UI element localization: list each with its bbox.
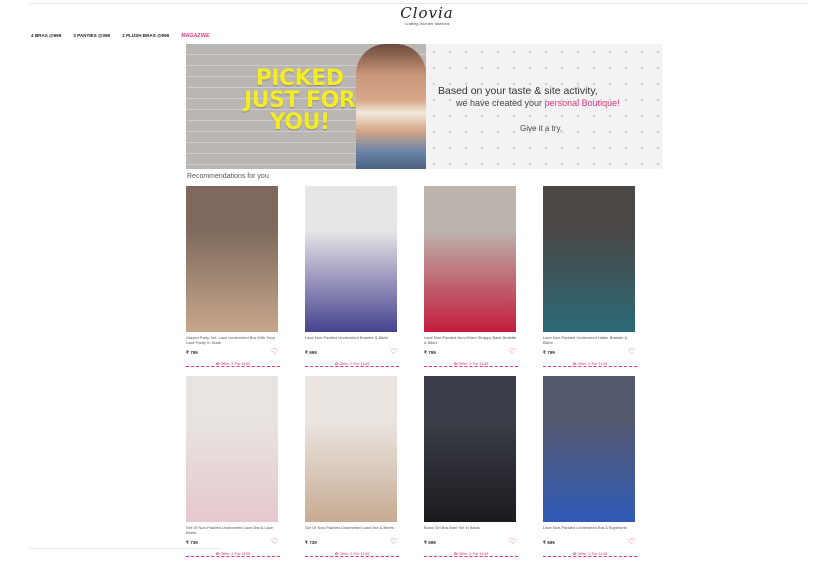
product-price: ₹ 599 (424, 540, 436, 545)
banner-text-line2: we have created your personal Boutique! (456, 98, 620, 108)
product-name[interactable]: Set Of Non-Padded Underwired Lace Bra & … (305, 525, 399, 535)
product-card[interactable]: Lace Non-Padded Non-Wired Strappy Back B… (424, 186, 518, 372)
offer-text: Offer: 2 For 1149 (220, 361, 251, 366)
offer-strip: ✿ Offer: 2 For 1149 (543, 551, 637, 557)
offer-strip: ✿ Offer: 2 For 1149 (305, 361, 399, 367)
offer-text: Offer: 2 For 1149 (458, 361, 489, 366)
offer-text: Offer: 2 For 1149 (339, 361, 370, 366)
product-image[interactable] (424, 376, 516, 522)
nav-item-magazine[interactable]: MAGAZINE (181, 33, 209, 41)
product-name[interactable]: Lace Non-Padded Underwired Halter Bralet… (543, 335, 637, 345)
product-name[interactable]: Lace Non-Padded Underwired Bra & Boyshor… (543, 525, 637, 535)
product-card[interactable]: Glazed Party Set: Lace Underwired Bra Wi… (186, 186, 280, 372)
product-name[interactable]: Lace Non-Padded Non-Wired Strappy Back B… (424, 335, 518, 345)
offer-text: Offer: 2 For 1149 (458, 551, 489, 556)
offer-tag-icon: ✿ (215, 361, 220, 366)
product-image[interactable] (305, 186, 397, 332)
offer-tag-icon: ✿ (572, 361, 577, 366)
product-grid: Glazed Party Set: Lace Underwired Bra Wi… (186, 186, 638, 563)
product-card[interactable]: Lace Non-Padded Underwired Halter Bralet… (543, 186, 637, 372)
nav-item-plush-bras[interactable]: 2 PLUSH BRAS @999 (122, 33, 169, 41)
offer-tag-icon: ✿ (453, 361, 458, 366)
product-image[interactable] (305, 376, 397, 522)
offer-strip: ✿ Offer: 2 For 1149 (543, 361, 637, 367)
wishlist-heart-icon[interactable]: ♡ (509, 538, 516, 546)
wishlist-heart-icon[interactable]: ♡ (390, 348, 397, 356)
product-price: ₹ 799 (186, 350, 198, 355)
product-price: ₹ 739 (186, 540, 198, 545)
brand-name: Clovia (400, 4, 454, 22)
offer-text: Offer: 2 For 1199 (220, 551, 251, 556)
banner-text-line3: Give it a try. (520, 124, 563, 133)
nav-item-bras[interactable]: 4 BRAS @699 (31, 33, 61, 41)
product-price: ₹ 699 (305, 350, 317, 355)
banner-headline-line2: JUST FOR (244, 88, 356, 113)
product-price: ₹ 799 (424, 350, 436, 355)
product-name[interactable]: Glazed Party Set: Lace Underwired Bra Wi… (186, 335, 280, 345)
product-name[interactable]: Bond Girl Bra Brief Set In Black (424, 525, 518, 535)
offer-text: Offer: 2 For 1149 (577, 551, 608, 556)
offer-strip: ✿ Offer: 2 For 1149 (424, 361, 518, 367)
offer-tag-icon: ✿ (334, 361, 339, 366)
offer-strip: ✿ Offer: 2 For 1199 (186, 551, 280, 557)
top-nav: 4 BRAS @699 3 PANTIES @399 2 PLUSH BRAS … (31, 33, 210, 41)
product-price: ₹ 799 (543, 350, 555, 355)
product-image[interactable] (543, 376, 635, 522)
wishlist-heart-icon[interactable]: ♡ (628, 538, 635, 546)
nav-item-panties[interactable]: 3 PANTIES @399 (73, 33, 110, 41)
product-card[interactable]: Lace Non-Padded Underwired Bralette & Bi… (305, 186, 399, 372)
product-price: ₹ 739 (305, 540, 317, 545)
banner-text-line1: Based on your taste & site activity, (438, 85, 598, 97)
banner-line2-highlight: personal Boutique! (544, 98, 620, 108)
offer-text: Offer: 2 For 1149 (577, 361, 608, 366)
offer-strip: ✿ Offer: 2 For 1149 (186, 361, 280, 367)
banner-right-panel: Based on your taste & site activity, we … (426, 44, 662, 169)
offer-strip: ✿ Offer: 2 For 1199 (305, 551, 399, 557)
offer-tag-icon: ✿ (453, 551, 458, 556)
product-card[interactable]: Set Of Non-Padded Underwired Lace Bra & … (186, 376, 280, 562)
banner-line2-prefix: we have created your (456, 98, 545, 108)
recommendations-title: Recommendations for you (187, 173, 269, 180)
wishlist-heart-icon[interactable]: ♡ (509, 348, 516, 356)
brand-logo[interactable]: Clovia Crafting Wonder fashions (392, 6, 462, 28)
boutique-banner[interactable]: PICKED JUST FOR YOU! Based on your taste… (186, 44, 662, 169)
banner-headline-line1: PICKED (255, 66, 344, 91)
banner-headline: PICKED JUST FOR YOU! (244, 66, 356, 135)
product-image[interactable] (186, 376, 278, 522)
wishlist-heart-icon[interactable]: ♡ (390, 538, 397, 546)
wishlist-heart-icon[interactable]: ♡ (271, 348, 278, 356)
banner-headline-line3: YOU! (269, 110, 330, 135)
product-image[interactable] (543, 186, 635, 332)
product-image[interactable] (186, 186, 278, 332)
product-card[interactable]: Bond Girl Bra Brief Set In Black ₹ 599 ♡… (424, 376, 518, 562)
product-card[interactable]: Lace Non-Padded Underwired Bra & Boyshor… (543, 376, 637, 562)
product-name[interactable]: Lace Non-Padded Underwired Bralette & Bi… (305, 335, 399, 345)
wishlist-heart-icon[interactable]: ♡ (628, 348, 635, 356)
product-image[interactable] (424, 186, 516, 332)
banner-left-panel: PICKED JUST FOR YOU! (186, 44, 426, 169)
bottom-divider (30, 548, 220, 549)
product-card[interactable]: Set Of Non-Padded Underwired Lace Bra & … (305, 376, 399, 562)
banner-model-image (356, 44, 426, 169)
offer-tag-icon: ✿ (334, 551, 339, 556)
wishlist-heart-icon[interactable]: ♡ (271, 538, 278, 546)
offer-tag-icon: ✿ (572, 551, 577, 556)
offer-text: Offer: 2 For 1199 (339, 551, 370, 556)
product-name[interactable]: Set Of Non-Padded Underwired Lace Bra & … (186, 525, 280, 535)
product-price: ₹ 699 (543, 540, 555, 545)
offer-strip: ✿ Offer: 2 For 1149 (424, 551, 518, 557)
offer-tag-icon: ✿ (215, 551, 220, 556)
